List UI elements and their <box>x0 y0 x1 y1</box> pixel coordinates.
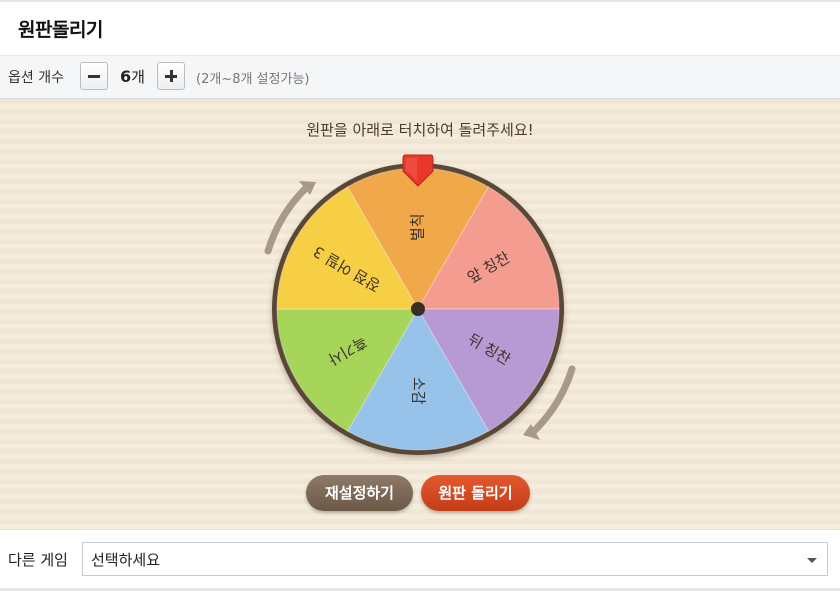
app-header: 원판돌리기 <box>0 2 840 56</box>
other-game-label: 다른 게임 <box>8 551 68 569</box>
increase-button[interactable] <box>157 62 185 90</box>
wheel-area: 벌칙 앞 칭찬 뒤 칭찬 소감 흑기사 장점 어필 3 <box>250 151 590 465</box>
instruction-text: 원판을 아래로 터치하여 돌려주세요! <box>306 121 534 139</box>
option-count-number: 6 <box>120 67 132 86</box>
minus-icon <box>88 75 100 78</box>
option-count-value: 6개 <box>120 66 145 87</box>
options-bar: 옵션 개수 6개 (2개~8개 설정가능) <box>0 56 840 99</box>
option-count-label: 옵션 개수 <box>8 70 64 86</box>
game-select[interactable]: 선택하세요 <box>82 542 828 576</box>
wheel-segment-label: 소감 <box>410 377 428 405</box>
spin-button[interactable]: 원판 돌리기 <box>421 475 530 511</box>
roulette-wheel[interactable]: 벌칙앞 칭찬뒤 칭찬소감흑기사장점 어필 3 <box>250 151 590 461</box>
wheel-segment-label: 벌칙 <box>409 213 427 241</box>
other-game-bar: 다른 게임 선택하세요 <box>0 529 840 589</box>
page-title: 원판돌리기 <box>18 19 103 41</box>
reset-button[interactable]: 재설정하기 <box>306 475 413 511</box>
decrease-button[interactable] <box>80 62 108 90</box>
chevron-down-icon <box>807 558 817 563</box>
option-range-hint: (2개~8개 설정가능) <box>196 72 310 87</box>
wheel-hub <box>411 302 425 316</box>
wheel-stage: 원판을 아래로 터치하여 돌려주세요! 벌칙 앞 칭찬 뒤 칭찬 소감 흑기사 장점 어필… <box>0 99 840 529</box>
game-select-value: 선택하세요 <box>91 551 161 569</box>
option-count-unit: 개 <box>131 68 145 86</box>
